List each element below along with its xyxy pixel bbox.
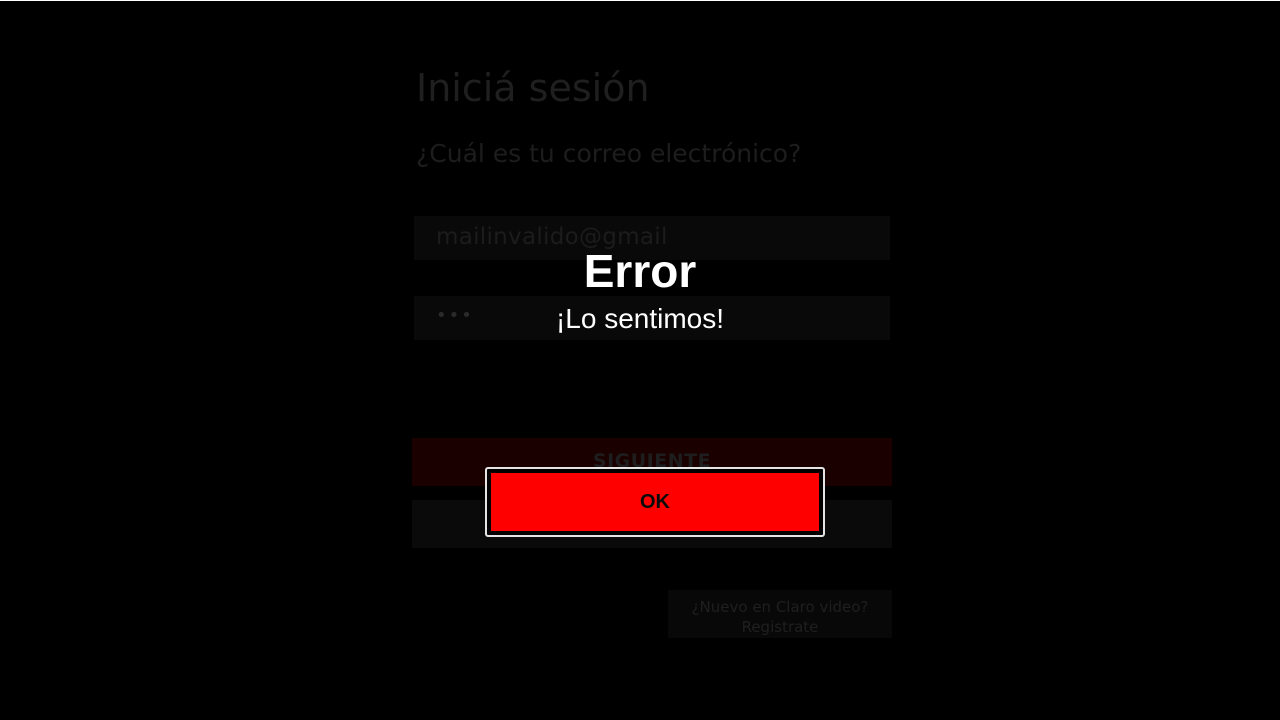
ok-button-label: OK — [491, 473, 819, 531]
ok-button[interactable]: OK — [485, 467, 825, 537]
modal-message: ¡Lo sentimos! — [555, 303, 725, 334]
error-modal: Error ¡Lo sentimos! OK — [0, 1, 1280, 720]
modal-title: Error — [583, 245, 697, 297]
